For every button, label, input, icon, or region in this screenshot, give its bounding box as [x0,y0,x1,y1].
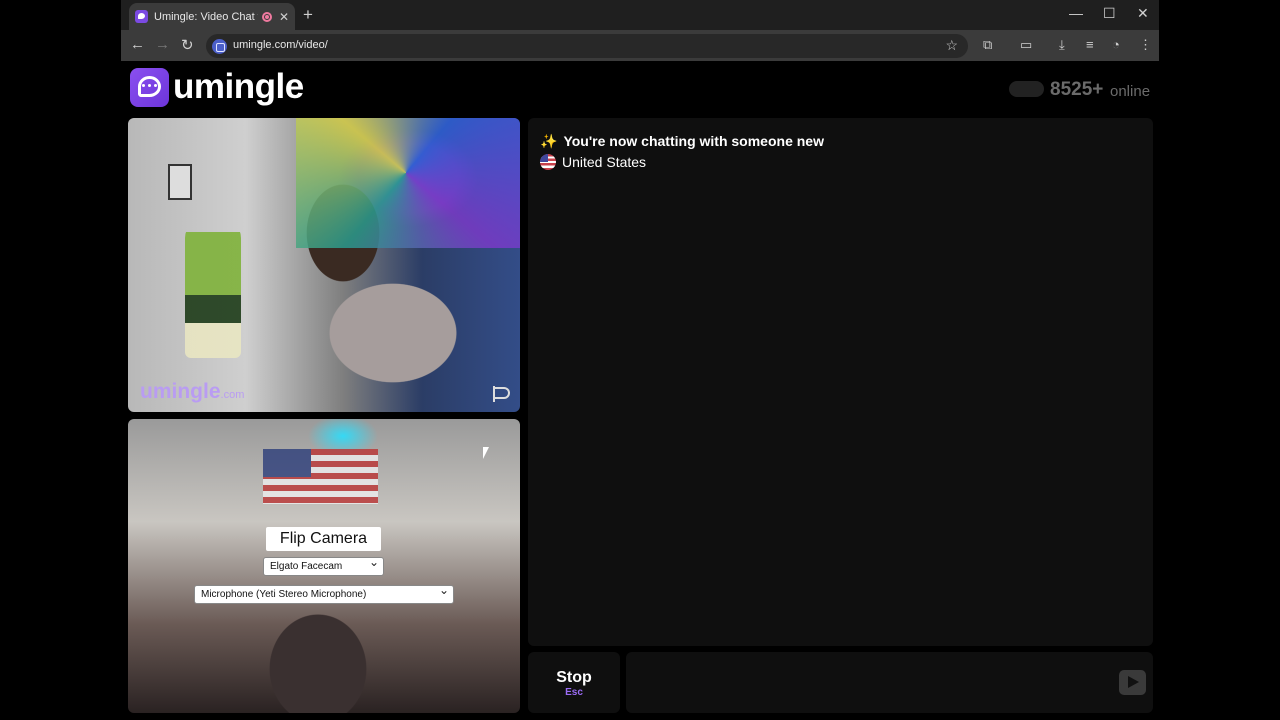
umingle-favicon-icon [135,10,148,23]
bookmark-star-icon[interactable]: ☆ [945,37,958,54]
chat-panel: ✨ You're now chatting with someone new Un… [528,118,1153,646]
send-icon[interactable] [1119,670,1146,695]
stop-label: Stop [556,669,592,686]
page-content: umingle 8525+ online umingle.com Flip Ca… [121,61,1159,720]
online-label: online [1110,83,1151,100]
stop-shortcut: Esc [565,687,583,698]
close-window-button[interactable]: ✕ [1137,5,1149,22]
mouse-cursor-icon [483,447,489,459]
back-button[interactable]: ← [130,36,145,53]
camera-select[interactable]: Elgato Facecam [263,554,384,576]
glass-object [185,218,241,358]
logo-text[interactable]: umingle [173,67,304,107]
umingle-logo-icon[interactable] [130,68,169,107]
active-tab[interactable]: Umingle: Video Chat with S ✕ [129,3,295,30]
extensions-icon[interactable]: ⧉ [983,37,992,53]
background-flag [263,449,378,504]
stop-button[interactable]: Stop Esc [528,652,620,713]
video-watermark: umingle.com [140,380,245,403]
browser-window: Umingle: Video Chat with S ✕ + — ☐ ✕ ← →… [121,0,1159,720]
self-video: Flip Camera Elgato Facecam Microphone (Y… [128,419,520,713]
maximize-button[interactable]: ☐ [1103,5,1116,22]
online-toggle[interactable] [1009,81,1044,97]
message-input[interactable] [626,652,1153,713]
chat-status: ✨ You're now chatting with someone new [540,133,824,150]
tab-close-icon[interactable]: ✕ [279,10,289,24]
chat-status-text: You're now chatting with someone new [563,133,824,149]
online-count: 8525+ [1050,79,1104,100]
background-poster [296,118,520,248]
wall-frame [168,164,192,200]
media-controls-icon[interactable]: ≡ [1086,37,1094,52]
menu-icon[interactable]: ⋮ [1139,37,1152,53]
account-icon[interactable]: ◔ [1112,37,1120,52]
us-flag-icon [540,154,556,170]
minimize-button[interactable]: — [1069,5,1083,21]
cast-icon[interactable]: ▭ [1020,37,1032,53]
download-icon[interactable]: ⤓ [1059,37,1065,53]
forward-button[interactable]: → [155,36,170,53]
site-info-icon[interactable] [212,39,227,54]
reload-button[interactable]: ↻ [181,36,194,54]
tab-strip: Umingle: Video Chat with S ✕ + — ☐ ✕ [121,0,1159,30]
recording-indicator-icon [261,11,272,22]
tab-title: Umingle: Video Chat with S [154,10,258,23]
url-text: umingle.com/video/ [233,39,328,51]
country-text: United States [562,154,647,170]
address-bar[interactable]: umingle.com/video/ ☆ [206,34,968,58]
report-flag-icon[interactable] [492,386,510,402]
new-tab-button[interactable]: + [303,5,313,25]
browser-toolbar: ← → ↻ umingle.com/video/ ☆ ⧉ ▭ ⤓ ≡ ◔ ⋮ [121,30,1159,61]
stranger-video: umingle.com [128,118,520,412]
flip-camera-button[interactable]: Flip Camera [266,527,381,551]
chat-country: United States [540,154,646,170]
microphone-select[interactable]: Microphone (Yeti Stereo Microphone) [194,582,454,604]
sparkle-icon: ✨ [540,133,558,149]
